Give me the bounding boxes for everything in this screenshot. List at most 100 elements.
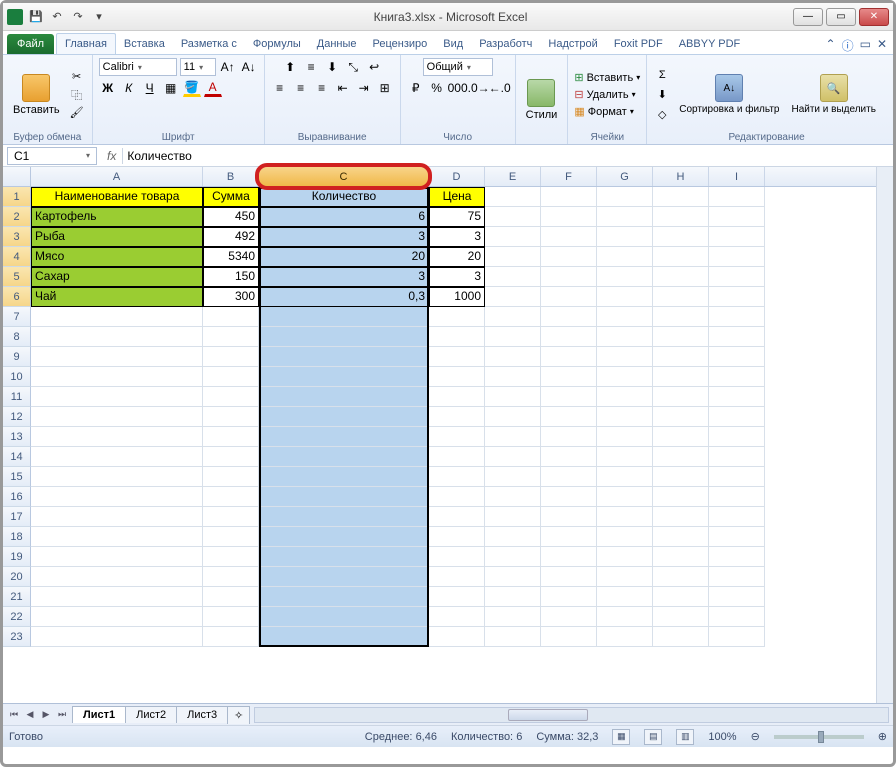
sheet-tab-2[interactable]: Лист2 (125, 706, 177, 723)
cell[interactable] (541, 427, 597, 447)
cell[interactable] (259, 447, 429, 467)
styles-button[interactable]: Стили (522, 77, 562, 123)
cell[interactable] (653, 247, 709, 267)
cell[interactable] (653, 387, 709, 407)
cell[interactable]: Сумма (203, 187, 259, 207)
cell[interactable]: 300 (203, 287, 259, 307)
row-header[interactable]: 10 (3, 367, 31, 387)
cell[interactable] (597, 307, 653, 327)
cell[interactable] (31, 327, 203, 347)
column-header-H[interactable]: H (653, 167, 709, 186)
font-size-combo[interactable]: 11▾ (180, 58, 216, 76)
cell[interactable]: 450 (203, 207, 259, 227)
tab-developer[interactable]: Разработч (471, 34, 540, 54)
cell[interactable] (31, 427, 203, 447)
cell[interactable] (541, 347, 597, 367)
cell[interactable] (429, 347, 485, 367)
cell[interactable] (597, 387, 653, 407)
row-header[interactable]: 8 (3, 327, 31, 347)
cell[interactable] (541, 267, 597, 287)
cell[interactable] (31, 607, 203, 627)
cell[interactable] (429, 567, 485, 587)
cell[interactable] (709, 207, 765, 227)
tab-foxit[interactable]: Foxit PDF (606, 34, 671, 54)
save-button[interactable]: 💾 (27, 8, 45, 26)
cell[interactable] (485, 267, 541, 287)
increase-indent-button[interactable]: ⇥ (355, 79, 373, 97)
cell[interactable] (429, 507, 485, 527)
cell[interactable] (541, 467, 597, 487)
align-right-button[interactable]: ≡ (313, 79, 331, 97)
cell[interactable] (709, 307, 765, 327)
qat-more-icon[interactable]: ▾ (90, 8, 108, 26)
name-box[interactable]: C1▾ (7, 147, 97, 165)
new-sheet-button[interactable]: ✧ (227, 706, 250, 724)
cell[interactable] (31, 387, 203, 407)
cell[interactable] (259, 407, 429, 427)
column-header-I[interactable]: I (709, 167, 765, 186)
sheet-nav-next[interactable]: ▶ (39, 709, 53, 720)
align-center-button[interactable]: ≡ (292, 79, 310, 97)
view-pagebreak-button[interactable]: ▥ (676, 729, 694, 745)
cell[interactable]: 6 (259, 207, 429, 227)
fx-icon[interactable]: fx (101, 149, 122, 163)
cell[interactable] (541, 387, 597, 407)
cell[interactable] (31, 527, 203, 547)
cell[interactable] (597, 267, 653, 287)
cell[interactable] (709, 267, 765, 287)
cell[interactable] (541, 207, 597, 227)
cell[interactable] (259, 327, 429, 347)
sheet-tab-3[interactable]: Лист3 (176, 706, 228, 723)
cell[interactable]: 3 (429, 227, 485, 247)
tab-formulas[interactable]: Формулы (245, 34, 309, 54)
cell[interactable] (485, 487, 541, 507)
cell[interactable] (597, 447, 653, 467)
cut-button[interactable]: ✂ (68, 69, 86, 85)
cell[interactable] (597, 527, 653, 547)
cell[interactable] (541, 567, 597, 587)
cell[interactable] (485, 367, 541, 387)
cell[interactable] (485, 587, 541, 607)
zoom-slider[interactable] (774, 735, 864, 739)
row-header[interactable]: 15 (3, 467, 31, 487)
cell[interactable] (653, 567, 709, 587)
cell[interactable]: 3 (259, 267, 429, 287)
row-header[interactable]: 13 (3, 427, 31, 447)
cell[interactable] (429, 327, 485, 347)
row-header[interactable]: 19 (3, 547, 31, 567)
cell[interactable] (597, 247, 653, 267)
cell[interactable] (259, 427, 429, 447)
cell[interactable] (597, 367, 653, 387)
tab-abbyy[interactable]: ABBYY PDF (671, 34, 749, 54)
tab-review[interactable]: Рецензиро (365, 34, 436, 54)
cell[interactable] (429, 547, 485, 567)
cell[interactable] (203, 327, 259, 347)
cell[interactable] (259, 587, 429, 607)
maximize-button[interactable]: ▭ (826, 8, 856, 26)
decrease-indent-button[interactable]: ⇤ (334, 79, 352, 97)
row-header[interactable]: 18 (3, 527, 31, 547)
cell[interactable] (485, 247, 541, 267)
clear-button[interactable]: ◇ (653, 107, 671, 123)
row-header[interactable]: 6 (3, 287, 31, 307)
italic-button[interactable]: К (120, 79, 138, 97)
cell[interactable] (203, 507, 259, 527)
help-icon[interactable]: ⓘ (842, 37, 854, 54)
cell[interactable] (31, 627, 203, 647)
redo-button[interactable]: ↷ (69, 8, 87, 26)
cell[interactable] (259, 527, 429, 547)
cell[interactable]: Количество (259, 187, 429, 207)
column-header-F[interactable]: F (541, 167, 597, 186)
column-header-C[interactable]: C (259, 167, 429, 186)
cell[interactable] (485, 187, 541, 207)
cell[interactable] (541, 287, 597, 307)
insert-cells-button[interactable]: ⊞Вставить▾ (574, 71, 640, 84)
cell[interactable] (31, 467, 203, 487)
cell[interactable] (709, 547, 765, 567)
cell[interactable] (541, 507, 597, 527)
cell[interactable] (485, 467, 541, 487)
underline-button[interactable]: Ч (141, 79, 159, 97)
cell[interactable] (429, 467, 485, 487)
row-header[interactable]: 23 (3, 627, 31, 647)
cell[interactable] (485, 527, 541, 547)
